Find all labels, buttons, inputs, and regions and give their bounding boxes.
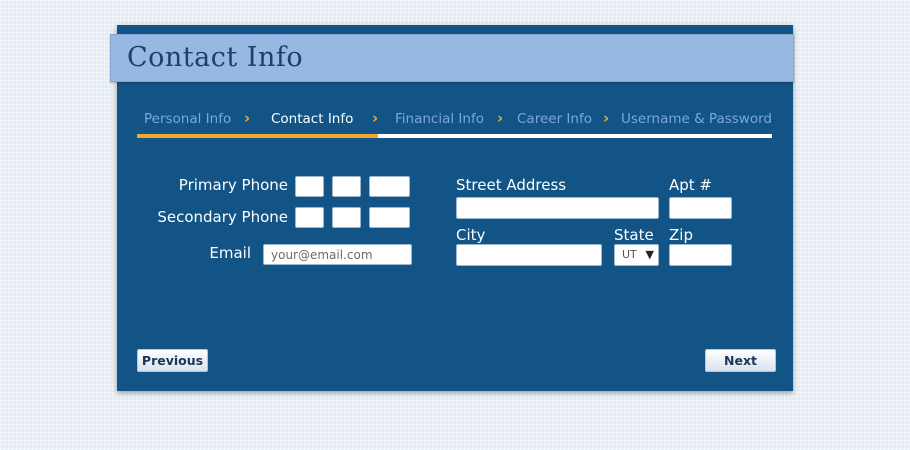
step-contact-info[interactable]: Contact Info [271,111,353,127]
street-address-field[interactable] [456,197,659,219]
primary-phone-area-code-field[interactable] [295,176,324,197]
header-banner: Contact Info [110,34,794,82]
secondary-phone-area-code-field[interactable] [295,207,324,228]
primary-phone-prefix-field[interactable] [332,176,361,197]
step-username-password[interactable]: Username & Password [621,111,772,127]
previous-button[interactable]: Previous [137,349,208,372]
email-label: Email [209,244,251,262]
zip-field[interactable] [669,244,732,266]
page-title: Contact Info [127,42,304,73]
apt-label: Apt # [669,176,713,194]
primary-phone-label: Primary Phone [178,176,288,194]
city-field[interactable] [456,244,602,266]
step-personal-info[interactable]: Personal Info [144,111,231,127]
secondary-phone-prefix-field[interactable] [332,207,361,228]
apt-field[interactable] [669,197,732,219]
chevron-right-icon: › [372,109,379,127]
street-address-label: Street Address [456,176,567,194]
caret-down-icon: ▼ [645,248,654,261]
progress-bar-fill [137,134,379,138]
secondary-phone-line-field[interactable] [369,207,410,228]
chevron-right-icon: › [497,109,504,127]
primary-phone-line-field[interactable] [369,176,410,197]
chevron-right-icon: › [603,109,610,127]
state-select-value: UT [622,248,637,261]
state-label: State [614,226,654,244]
step-career-info[interactable]: Career Info [517,111,592,127]
progress-bar [137,134,772,138]
state-select[interactable]: UT ▼ [614,244,659,266]
next-button[interactable]: Next [705,349,776,372]
chevron-right-icon: › [244,109,251,127]
zip-label: Zip [669,226,693,244]
city-label: City [456,226,486,244]
email-field[interactable] [263,244,412,265]
secondary-phone-label: Secondary Phone [157,208,288,226]
step-financial-info[interactable]: Financial Info [395,111,484,127]
